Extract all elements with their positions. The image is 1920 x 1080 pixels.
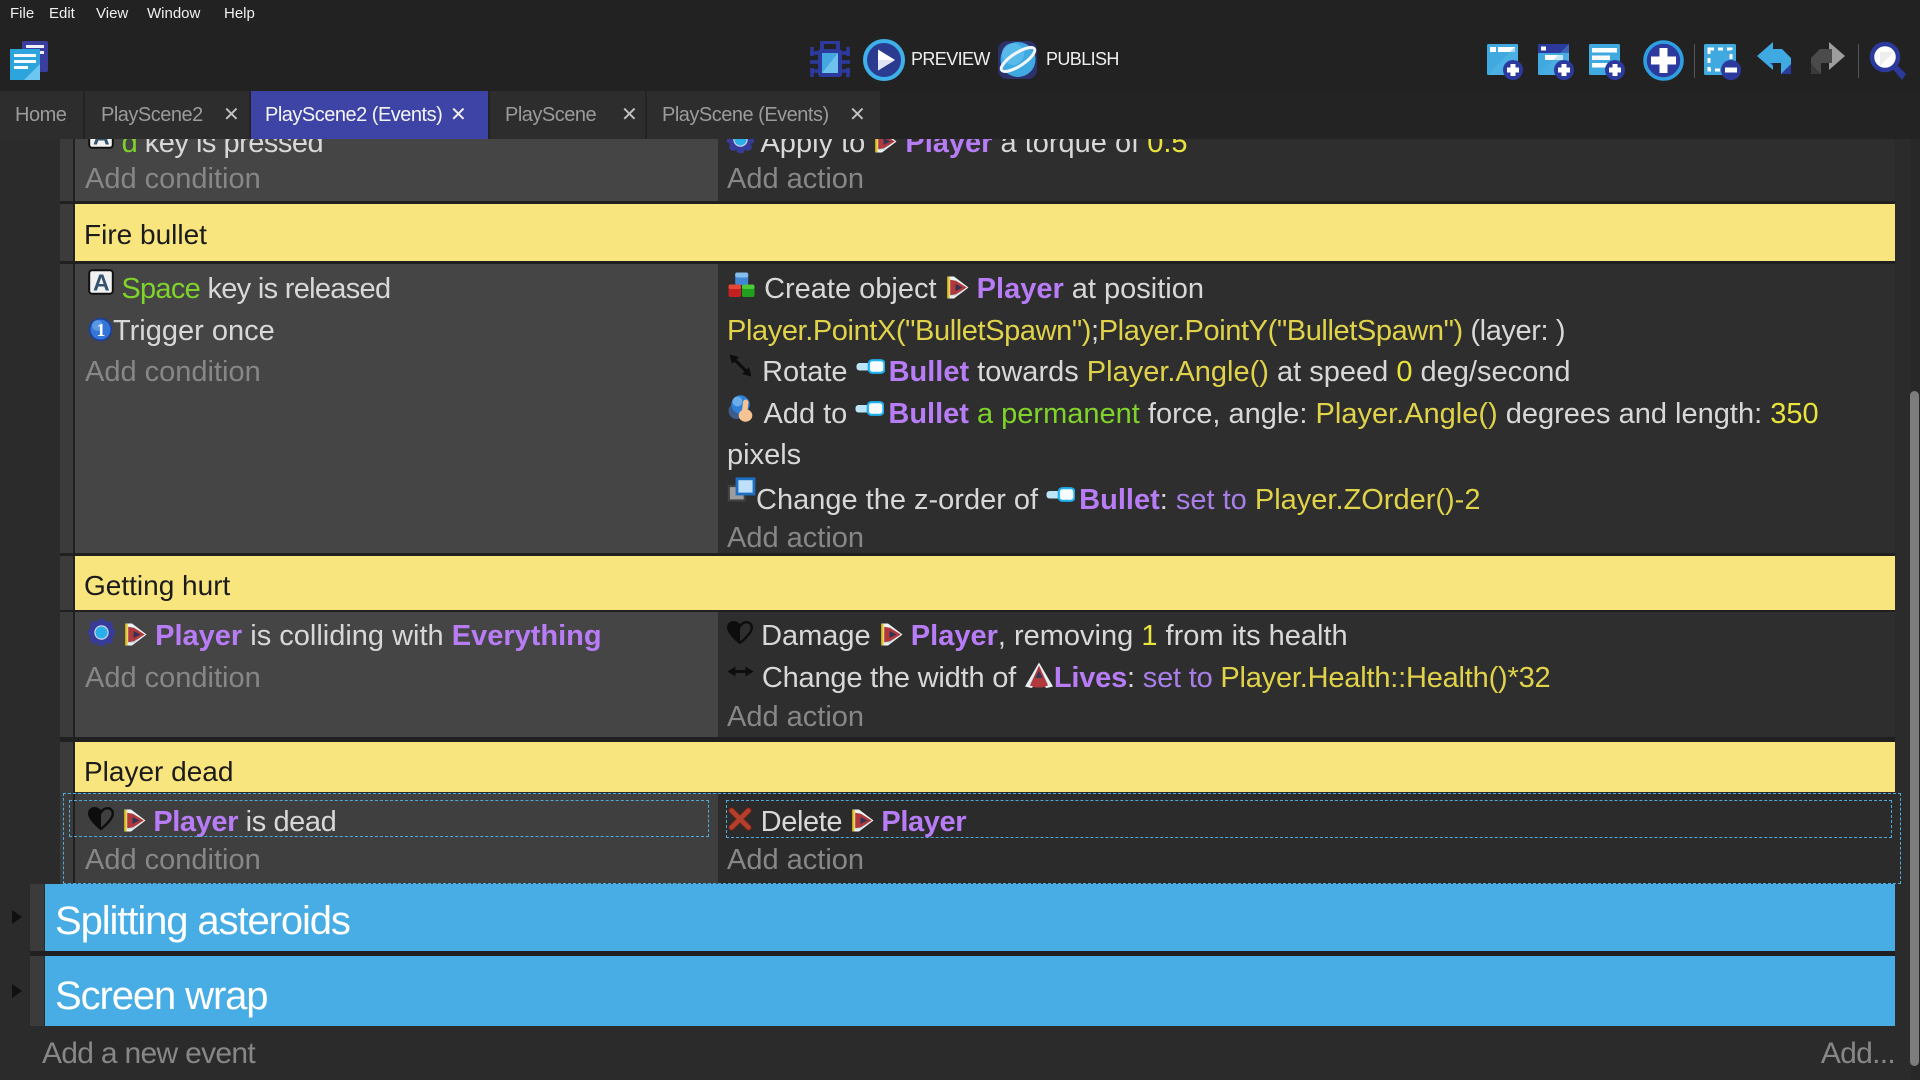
svg-text:1: 1 [96, 320, 105, 340]
svg-text:A: A [93, 270, 109, 296]
svg-text:A: A [93, 139, 109, 149]
